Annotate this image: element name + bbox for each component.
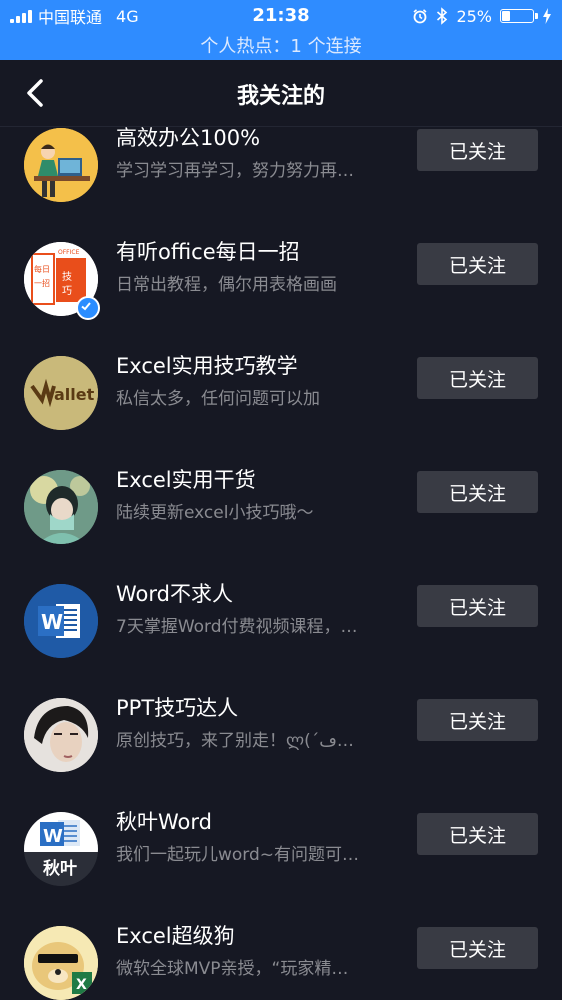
avatar-text: W xyxy=(43,826,63,847)
charging-icon xyxy=(543,8,551,24)
avatar[interactable] xyxy=(24,698,98,772)
following-button[interactable]: 已关注 xyxy=(417,471,538,513)
following-button[interactable]: 已关注 xyxy=(417,243,538,285)
account-name[interactable]: 秋叶Word xyxy=(116,806,212,836)
svg-text:OFFICE: OFFICE xyxy=(58,249,80,256)
hotspot-banner[interactable]: 个人热点：1 个连接 xyxy=(0,32,562,58)
avatar[interactable] xyxy=(24,470,98,544)
svg-text:一招: 一招 xyxy=(34,278,50,288)
status-right: 25% xyxy=(412,6,552,26)
word-logo-icon: W 秋叶 xyxy=(24,812,98,886)
following-button[interactable]: 已关注 xyxy=(417,585,538,627)
account-name[interactable]: PPT技巧达人 xyxy=(116,692,238,722)
avatar-text: X xyxy=(76,977,87,993)
alarm-icon xyxy=(413,9,427,24)
following-button[interactable]: 已关注 xyxy=(417,699,538,741)
account-name[interactable]: Excel实用技巧教学 xyxy=(116,350,298,380)
avatar[interactable]: X xyxy=(24,926,98,1000)
account-name[interactable]: Word不求人 xyxy=(116,578,233,608)
account-desc: 学习学习再学习，努力努力再… xyxy=(116,161,354,181)
wallet-logo-icon: allet xyxy=(24,356,98,430)
office-worker-illustration xyxy=(24,128,98,202)
list-item[interactable]: allet Excel实用技巧教学 私信太多，任何问题可以加 已关注 xyxy=(0,342,562,456)
account-desc: 陆续更新excel小技巧哦～ xyxy=(116,503,314,523)
avatar[interactable]: W 秋叶 xyxy=(24,812,98,886)
word-logo-icon: W xyxy=(24,584,98,658)
following-list[interactable]: 高效办公100% 学习学习再学习，努力努力再… 已关注 每日 一招 技 巧 OF… xyxy=(0,126,562,1000)
account-desc: 微软全球MVP亲授，“玩家精… xyxy=(116,959,349,979)
list-item[interactable]: 每日 一招 技 巧 OFFICE 有听office每日一招 日常出教程，偶尔用表… xyxy=(0,228,562,342)
verified-badge-icon xyxy=(76,296,100,320)
svg-text:技: 技 xyxy=(62,270,72,283)
portrait-photo xyxy=(24,698,98,772)
account-name[interactable]: 有听office每日一招 xyxy=(116,236,300,266)
avatar[interactable]: W xyxy=(24,584,98,658)
list-item[interactable]: W 秋叶 秋叶Word 我们一起玩儿word~有问题可… 已关注 xyxy=(0,798,562,912)
list-item[interactable]: W Word不求人 7天掌握Word付费视频课程，… 已关注 xyxy=(0,570,562,684)
account-name[interactable]: Excel实用干货 xyxy=(116,464,256,494)
account-desc: 日常出教程，偶尔用表格画画 xyxy=(116,275,337,295)
account-name[interactable]: Excel超级狗 xyxy=(116,920,235,950)
following-button[interactable]: 已关注 xyxy=(417,927,538,969)
avatar[interactable]: allet xyxy=(24,356,98,430)
avatar[interactable] xyxy=(24,128,98,202)
account-desc: 我们一起玩儿word~有问题可… xyxy=(116,845,360,865)
avatar-text: W xyxy=(41,610,63,634)
following-button[interactable]: 已关注 xyxy=(417,357,538,399)
portrait-photo xyxy=(24,470,98,544)
status-bar: 中国联通 4G 21:38 25% 个人热点：1 个连接 xyxy=(0,0,562,60)
account-desc: 原创技巧，来了别走！ლ(´ڡ… xyxy=(116,731,354,751)
account-desc: 私信太多，任何问题可以加 xyxy=(116,389,320,409)
battery-fill xyxy=(502,11,510,21)
account-desc: 7天掌握Word付费视频课程，… xyxy=(116,617,358,637)
following-button[interactable]: 已关注 xyxy=(417,129,538,171)
avatar-caption: 秋叶 xyxy=(43,858,77,879)
following-button[interactable]: 已关注 xyxy=(417,813,538,855)
list-item[interactable]: X Excel超级狗 微软全球MVP亲授，“玩家精… 已关注 xyxy=(0,912,562,1000)
list-item[interactable]: PPT技巧达人 原创技巧，来了别走！ლ(´ڡ… 已关注 xyxy=(0,684,562,798)
nav-bar: 我关注的 xyxy=(0,60,562,127)
list-item[interactable]: 高效办公100% 学习学习再学习，努力努力再… 已关注 xyxy=(0,126,562,228)
page-title: 我关注的 xyxy=(236,84,325,109)
battery-percent: 25% xyxy=(456,6,492,26)
doge-excel-icon: X xyxy=(24,926,98,1000)
account-name[interactable]: 高效办公100% xyxy=(116,126,260,152)
svg-text:巧: 巧 xyxy=(62,286,72,297)
bluetooth-icon xyxy=(437,7,448,25)
avatar-text: allet xyxy=(54,385,95,404)
avatar-text: 每日 xyxy=(34,264,50,274)
list-item[interactable]: Excel实用干货 陆续更新excel小技巧哦～ 已关注 xyxy=(0,456,562,570)
battery-icon xyxy=(500,9,538,23)
